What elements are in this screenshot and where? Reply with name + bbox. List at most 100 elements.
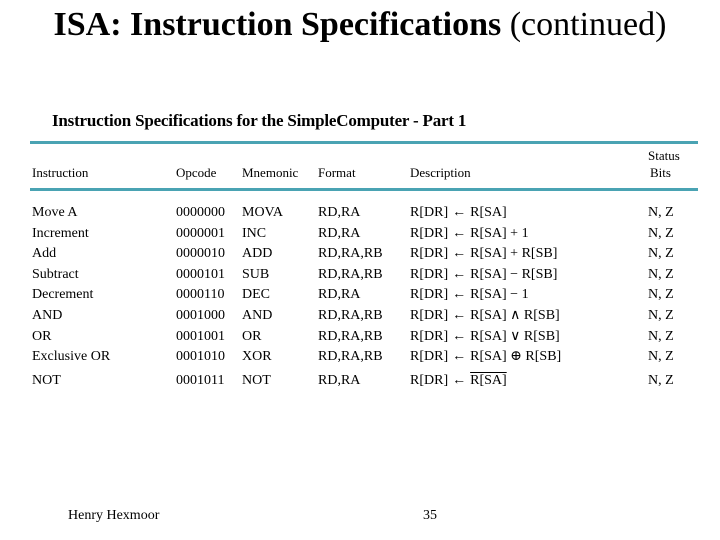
cell-opcode: 0000101	[176, 266, 225, 282]
description-expression: R[SA]	[470, 205, 507, 220]
cell-instruction: Add	[32, 246, 57, 262]
slide-title-suffix: (continued)	[501, 6, 667, 43]
description-destination: R[DR]	[410, 349, 449, 365]
header-mnemonic: Mnemonic	[242, 165, 299, 180]
header-status-line1: Status	[648, 148, 680, 163]
cell-mnemonic: XOR	[242, 349, 272, 365]
cell-status-bits: N, Z	[648, 287, 674, 303]
description-expression: R[SA]	[470, 372, 507, 388]
cell-mnemonic: NOT	[242, 372, 271, 388]
slide-title: ISA: Instruction Specifications (continu…	[0, 4, 720, 46]
cell-description: R[DR] ← R[SA]	[410, 203, 561, 224]
cell-format: RD,RA	[318, 225, 361, 241]
description-destination: R[DR]	[410, 225, 449, 241]
cell-status-bits: N, Z	[648, 349, 674, 365]
cell-instruction: Exclusive OR	[32, 349, 111, 365]
header-opcode: Opcode	[176, 165, 217, 180]
cell-mnemonic: OR	[242, 328, 262, 344]
cell-status-bits: N, Z	[648, 246, 674, 262]
left-arrow-icon: ←	[452, 205, 467, 220]
description-expression: R[SA] ∧ R[SB]	[470, 307, 560, 323]
cell-mnemonic: SUB	[242, 266, 270, 282]
header-format: Format	[318, 165, 356, 180]
cell-opcode: 0000001	[176, 225, 225, 241]
left-arrow-icon: ←	[452, 246, 467, 262]
cell-status-bits: N, Z	[648, 328, 674, 344]
description-destination: R[DR]	[410, 307, 449, 323]
left-arrow-icon: ←	[452, 349, 467, 365]
header-status-line2: Bits	[650, 165, 671, 180]
table-title: Instruction Specifications for the Simpl…	[52, 111, 467, 130]
cell-instruction: Move A	[32, 205, 78, 220]
cell-description: R[DR] ← R[SA] + R[SB]	[410, 244, 561, 265]
cell-instruction: Subtract	[32, 266, 79, 282]
cell-opcode: 0000000	[176, 205, 225, 220]
cell-status-bits: N, Z	[648, 372, 674, 388]
column-description: R[DR] ← R[SA] R[DR] ← R[SA] + 1 R[DR] ← R[SA] + …	[410, 203, 561, 391]
cell-mnemonic: MOVA	[242, 205, 283, 220]
description-expression: R[SA] + R[SB]	[470, 246, 558, 262]
header-instruction: Instruction	[32, 165, 89, 180]
cell-opcode: 0000010	[176, 246, 225, 262]
description-destination: R[DR]	[410, 372, 449, 388]
description-destination: R[DR]	[410, 205, 449, 220]
cell-instruction: AND	[32, 307, 63, 323]
left-arrow-icon: ←	[452, 266, 467, 282]
cell-mnemonic: ADD	[242, 246, 273, 262]
cell-format: RD,RA,RB	[318, 328, 383, 344]
cell-opcode: 0000110	[176, 287, 225, 303]
description-expression: R[SA] − 1	[470, 287, 529, 303]
description-destination: R[DR]	[410, 287, 449, 303]
cell-mnemonic: DEC	[242, 287, 270, 303]
cell-instruction: Increment	[32, 225, 89, 241]
cell-opcode: 0001011	[176, 372, 225, 388]
left-arrow-icon: ←	[452, 225, 467, 241]
column-opcode: 0000000 0000001 0000010 0000101 0000110 00010…	[176, 203, 225, 391]
page-number: 35	[423, 508, 437, 523]
cell-description: R[DR] ← R[SA]	[410, 371, 561, 392]
cell-format: RD,RA,RB	[318, 349, 383, 365]
description-expression: R[SA] ∨ R[SB]	[470, 328, 560, 344]
cell-description: R[DR] ← R[SA] − 1	[410, 285, 561, 306]
cell-format: RD,RA	[318, 205, 361, 220]
cell-instruction: Decrement	[32, 287, 94, 303]
cell-format: RD,RA	[318, 372, 361, 388]
description-expression: R[SA] ⊕ R[SB]	[470, 349, 562, 365]
description-destination: R[DR]	[410, 246, 449, 262]
cell-description: R[DR] ← R[SA] + 1	[410, 224, 561, 245]
cell-opcode: 0001000	[176, 307, 225, 323]
cell-description: R[DR] ← R[SA] ∨ R[SB]	[410, 327, 561, 348]
cell-opcode: 0001010	[176, 349, 225, 365]
table-header-rule	[30, 188, 698, 191]
header-description: Description	[410, 165, 471, 180]
cell-status-bits: N, Z	[648, 205, 674, 220]
cell-mnemonic: AND	[242, 307, 273, 323]
table-top-rule	[30, 141, 698, 144]
description-expression: R[SA] + 1	[470, 225, 529, 241]
footer-author: Henry Hexmoor	[68, 508, 160, 523]
cell-format: RD,RA	[318, 287, 361, 303]
slide-title-main: ISA: Instruction Specifications	[53, 6, 502, 43]
cell-status-bits: N, Z	[648, 225, 674, 241]
cell-description: R[DR] ← R[SA] ⊕ R[SB]	[410, 347, 561, 368]
column-instruction: Move A Increment Add Subtract Decrement AND OR…	[32, 203, 110, 391]
description-destination: R[DR]	[410, 266, 449, 282]
cell-instruction: NOT	[32, 372, 61, 388]
cell-instruction: OR	[32, 328, 52, 344]
cell-mnemonic: INC	[242, 225, 267, 241]
cell-format: RD,RA,RB	[318, 246, 383, 262]
cell-status-bits: N, Z	[648, 266, 674, 282]
cell-format: RD,RA,RB	[318, 266, 383, 282]
cell-format: RD,RA,RB	[318, 307, 383, 323]
column-mnemonic: MOVA INC ADD SUB DEC AND OR XOR NOT	[242, 203, 283, 391]
description-destination: R[DR]	[410, 328, 449, 344]
cell-status-bits: N, Z	[648, 307, 674, 323]
left-arrow-icon: ←	[452, 328, 467, 344]
cell-description: R[DR] ← R[SA] ∧ R[SB]	[410, 306, 561, 327]
cell-description: R[DR] ← R[SA] − R[SB]	[410, 265, 561, 286]
left-arrow-icon: ←	[452, 307, 467, 323]
left-arrow-icon: ←	[452, 372, 467, 388]
column-status-bits: N, Z N, Z N, Z N, Z N, Z N, Z N, Z N, Z N, Z	[648, 203, 674, 391]
column-format: RD,RA RD,RA RD,RA,RB RD,RA,RB RD,RA RD,RA,RB R…	[318, 203, 383, 391]
description-expression: R[SA] − R[SB]	[470, 266, 558, 282]
